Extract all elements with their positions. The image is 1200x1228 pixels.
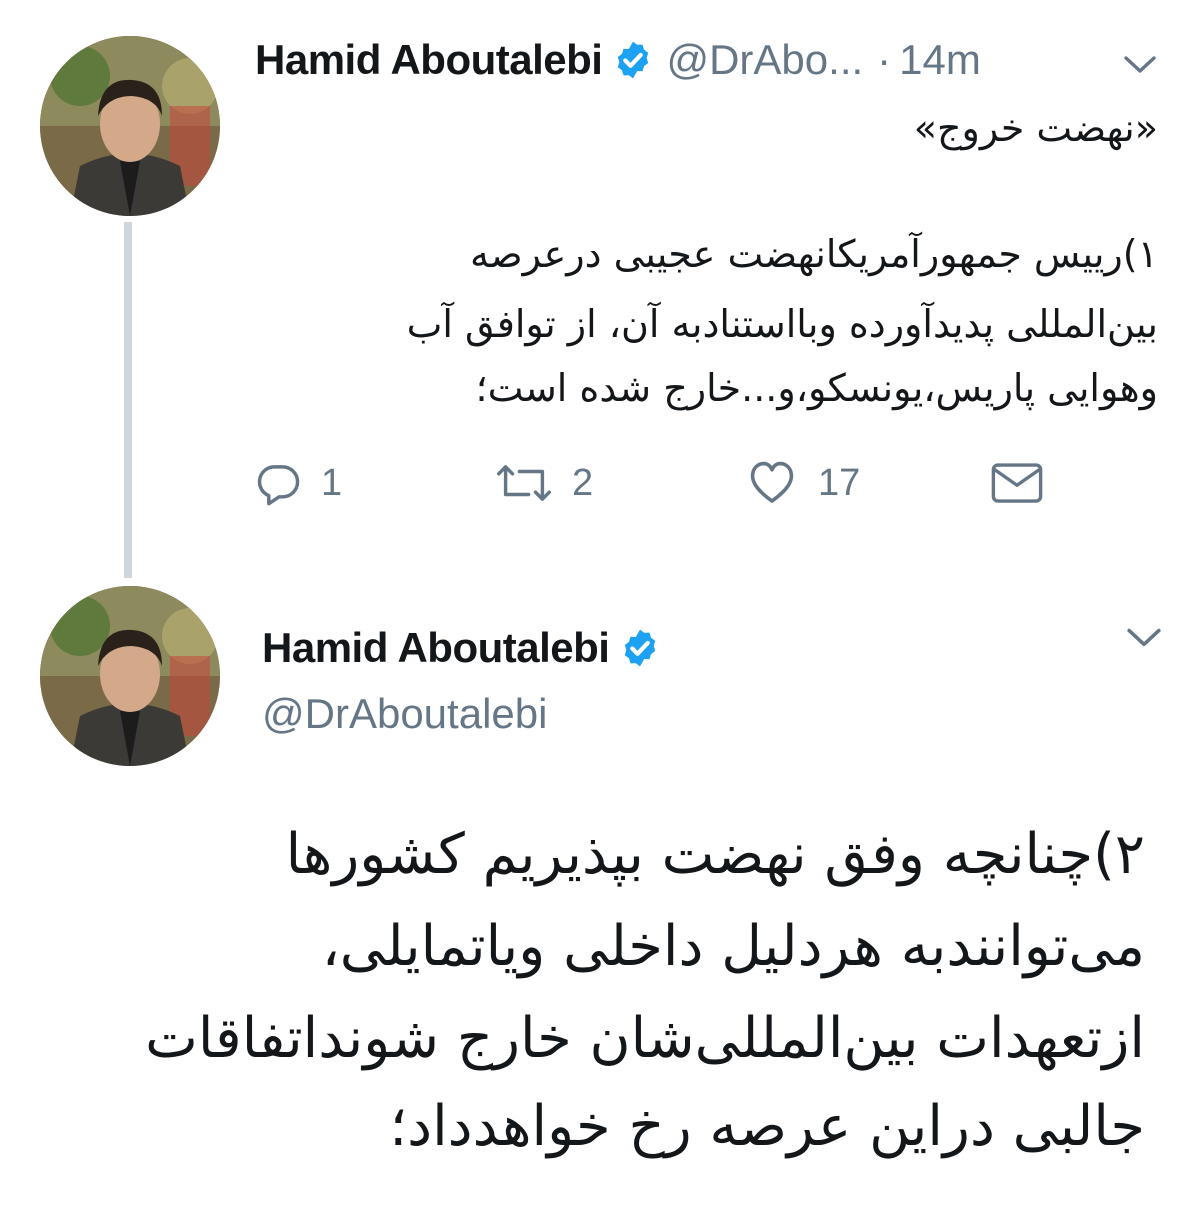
author-name[interactable]: Hamid Aboutalebi <box>262 624 610 672</box>
retweet-icon <box>496 460 552 506</box>
timestamp[interactable]: 14m <box>899 36 981 84</box>
retweet-count: 2 <box>572 461 594 504</box>
like-button[interactable]: 17 <box>746 458 860 508</box>
tweet-text-line: ۱)رییس جمهورآمریکانهضت عجیبی درعرصه <box>469 232 1158 276</box>
reply-count: 1 <box>321 461 343 504</box>
tweet-text-line: وهوایی پاریس،یونسکو،و...خارج شده است؛ <box>475 366 1158 410</box>
tweet-text-line: بین‌المللی پدیدآورده وبااستنادبه آن، از … <box>406 302 1158 346</box>
author-name[interactable]: Hamid Aboutalebi <box>255 36 603 84</box>
reply-icon <box>255 460 301 506</box>
separator-dot: · <box>877 36 892 83</box>
avatar-photo <box>40 36 220 216</box>
tweet1-header: Hamid Aboutalebi @DrAbo... · 14m <box>255 30 981 90</box>
chevron-down-icon[interactable] <box>1123 54 1159 78</box>
envelope-icon <box>990 460 1044 506</box>
tweet-text-line: ۲)چنانچه وفق نهضت بپذیریم کشورها <box>285 822 1145 887</box>
author-handle[interactable]: @DrAbo... <box>666 36 863 84</box>
tweet2-header: Hamid Aboutalebi <box>262 620 661 676</box>
avatar[interactable] <box>40 586 220 766</box>
thread-connector-line <box>124 222 132 578</box>
like-count: 17 <box>818 461 861 504</box>
verified-badge-icon <box>619 627 661 669</box>
direct-message-button[interactable] <box>990 458 1044 508</box>
tweet-text-line: جالبی دراین عرصه رخ خواهدداد؛ <box>389 1094 1145 1159</box>
reply-button[interactable]: 1 <box>255 458 342 508</box>
retweet-button[interactable]: 2 <box>496 458 593 508</box>
author-handle[interactable]: @DrAboutalebi <box>262 690 547 738</box>
avatar-photo <box>40 586 220 766</box>
tweet-text-line: ازتعهدات بین‌المللی‌شان خارج شونداتفاقات <box>145 1006 1145 1071</box>
tweet-title: «نهضت خروج» <box>913 106 1158 150</box>
tweet-text-line: می‌توانندبه هردلیل داخلی ویاتمایلی، <box>321 914 1145 979</box>
avatar[interactable] <box>40 36 220 216</box>
chevron-down-icon[interactable] <box>1126 626 1162 650</box>
heart-icon <box>746 459 798 507</box>
verified-badge-icon <box>612 39 654 81</box>
